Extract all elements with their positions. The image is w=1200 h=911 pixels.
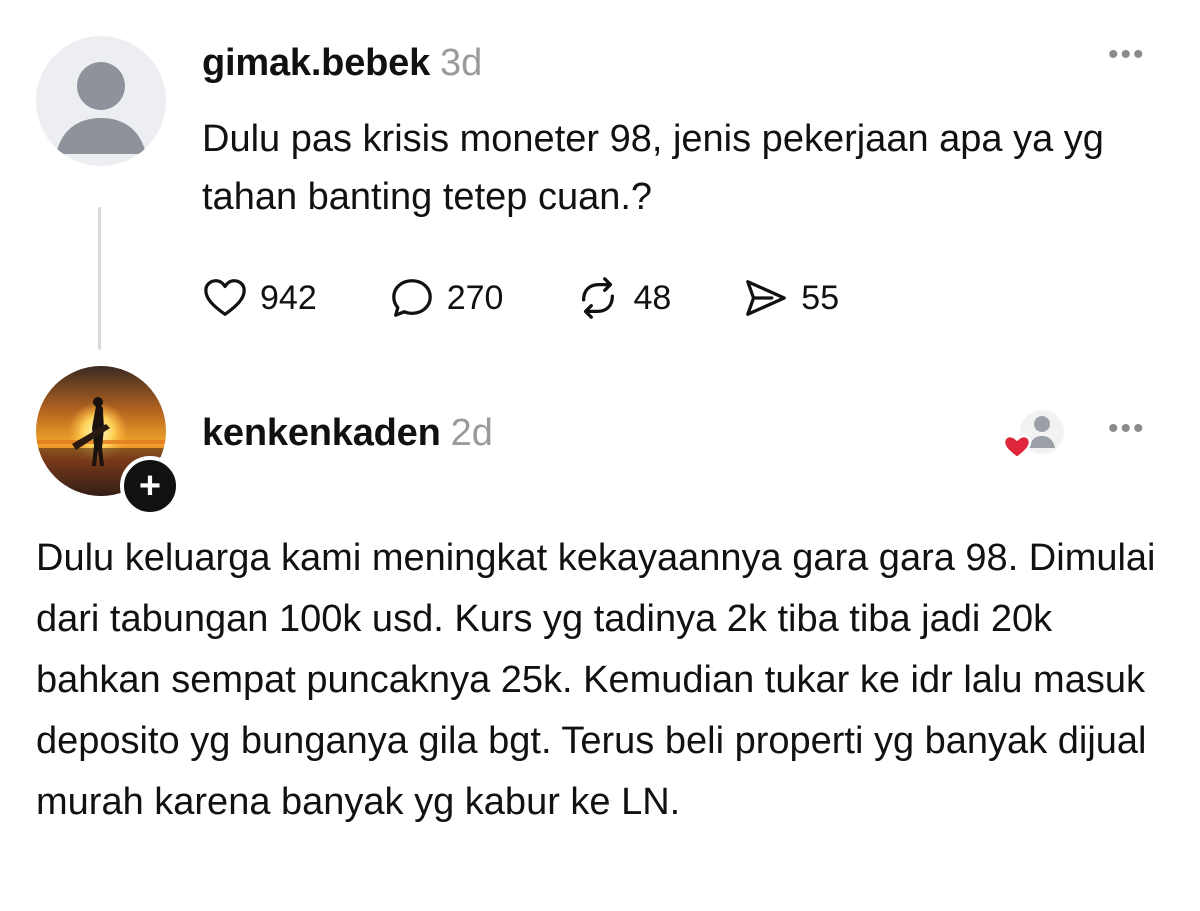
avatar-gimak-bebek[interactable] — [36, 36, 166, 166]
repost-count: 48 — [633, 278, 672, 317]
reply-header: kenkenkaden 2d — [202, 412, 493, 455]
reply-text: Dulu keluarga kami meningkat kekayaannya… — [36, 537, 1156, 823]
reply-more-icon[interactable]: ••• — [1108, 412, 1146, 446]
thread-line — [98, 207, 101, 350]
reply-button[interactable]: 270 — [389, 275, 504, 321]
like-count: 942 — [260, 278, 317, 317]
repost-icon — [582, 277, 615, 319]
post-actions: 942 270 48 55 — [202, 276, 911, 320]
post-header: gimak.bebek 3d — [202, 42, 482, 85]
follow-button[interactable]: + — [120, 456, 180, 516]
send-icon — [746, 280, 787, 316]
reply-timestamp: 2d — [450, 412, 493, 454]
heart-icon — [204, 279, 246, 316]
reply-username[interactable]: kenkenkaden — [202, 412, 441, 454]
repost-button[interactable]: 48 — [575, 275, 671, 321]
default-avatar-icon — [56, 62, 146, 154]
post-more-icon[interactable]: ••• — [1108, 38, 1146, 72]
post-timestamp: 3d — [440, 42, 483, 84]
share-button[interactable]: 55 — [743, 275, 839, 321]
post-text: Dulu pas krisis moneter 98, jenis pekerj… — [202, 118, 1104, 218]
reply-count: 270 — [446, 278, 504, 317]
share-count: 55 — [801, 278, 840, 317]
post-username[interactable]: gimak.bebek — [202, 42, 430, 84]
comment-icon — [391, 279, 432, 317]
like-button[interactable]: 942 — [202, 275, 317, 321]
liked-by-author-icon — [1002, 406, 1068, 466]
